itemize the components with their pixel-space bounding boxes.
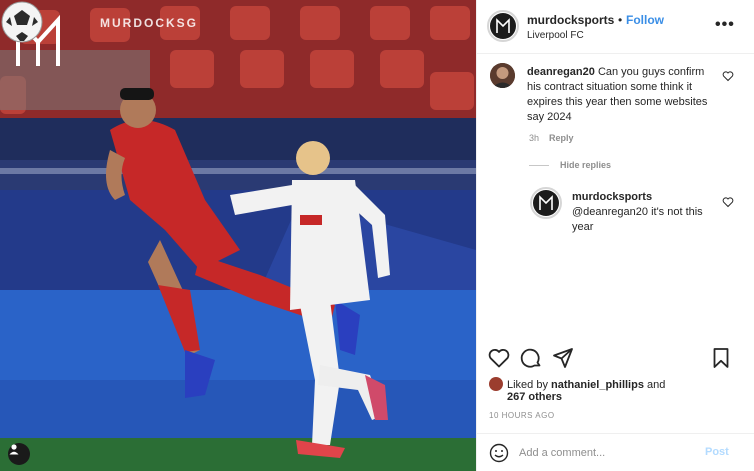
reply-button[interactable]: Reply	[549, 133, 574, 143]
posted-time: 10 HOURS AGO	[489, 411, 555, 420]
comment-icon[interactable]	[519, 346, 543, 370]
author-avatar[interactable]	[487, 10, 519, 42]
person-icon	[9, 444, 19, 455]
divider-line	[529, 165, 549, 166]
user-photo-icon	[490, 63, 515, 88]
comment-like-heart-icon[interactable]	[722, 70, 734, 82]
paper-plane-icon[interactable]	[551, 346, 575, 370]
brand-logo-icon	[539, 195, 553, 210]
post-side-panel: murdocksports • Follow Liverpool FC ••• …	[476, 0, 754, 471]
likes-summary: Liked by nathaniel_phillips and	[489, 377, 749, 392]
match-photo-illustration	[0, 0, 476, 471]
comment-time: 3h	[529, 133, 540, 143]
post-comment-button[interactable]: Post	[705, 446, 729, 458]
hide-replies-button[interactable]: Hide replies	[560, 160, 611, 170]
more-options-icon[interactable]: •••	[715, 16, 735, 34]
likes-prefix: Liked by	[507, 379, 548, 391]
liker-username[interactable]: nathaniel_phillips	[551, 379, 644, 391]
post-header: murdocksports • Follow Liverpool FC •••	[477, 0, 754, 54]
reply-author-avatar[interactable]	[530, 187, 562, 219]
likes-conj: and	[647, 379, 666, 391]
post-actions	[477, 346, 754, 374]
author-username[interactable]: murdocksports	[527, 13, 614, 27]
reply-text: @deanregan20 it's not this year	[572, 206, 703, 233]
reply-like-heart-icon[interactable]	[722, 196, 734, 208]
liker-avatar[interactable]	[489, 377, 503, 391]
tagged-people-icon[interactable]	[8, 443, 30, 465]
bookmark-icon[interactable]	[709, 346, 733, 370]
post-photo[interactable]: MURDOCKSG	[0, 0, 476, 471]
brand-watermark-text: MURDOCKSG	[100, 16, 198, 30]
comment-body: deanregan20 Can you guys confirm his con…	[527, 65, 717, 125]
post-location[interactable]: Liverpool FC	[527, 30, 584, 41]
likes-others-link[interactable]: 267 others	[507, 391, 562, 403]
add-comment-bar: Post	[477, 433, 754, 471]
comment-username[interactable]: deanregan20	[527, 66, 595, 78]
reply-username[interactable]: murdocksports	[572, 191, 652, 203]
football-icon	[1, 1, 43, 43]
comment-input[interactable]	[519, 444, 699, 462]
separator-dot: •	[618, 13, 623, 27]
heart-icon[interactable]	[487, 346, 511, 370]
commenter-avatar[interactable]	[490, 63, 515, 88]
brand-logo-icon	[496, 18, 510, 33]
follow-button[interactable]: Follow	[626, 13, 664, 27]
emoji-icon[interactable]	[489, 443, 509, 463]
